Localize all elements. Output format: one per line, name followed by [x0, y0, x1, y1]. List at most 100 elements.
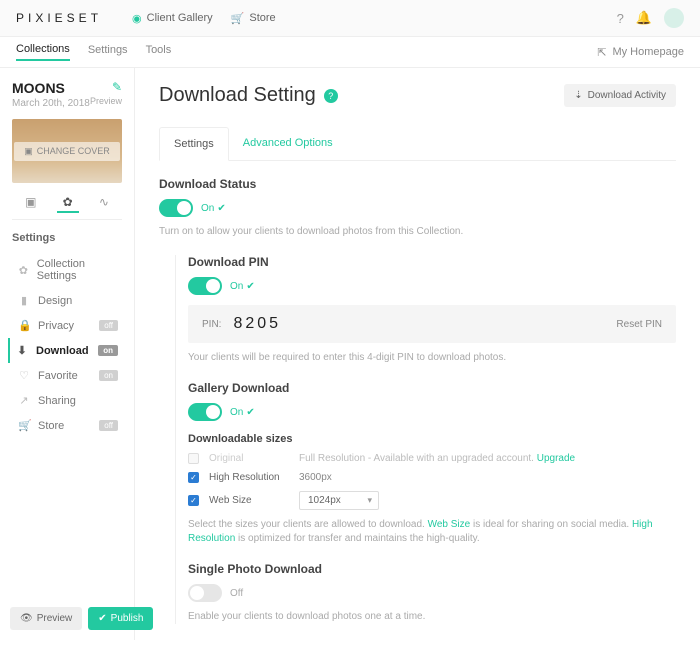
- size-name: High Resolution: [209, 472, 289, 483]
- help-text: Select the sizes your clients are allowe…: [188, 518, 676, 546]
- avatar[interactable]: [664, 8, 684, 28]
- sidebar-item-label: Store: [38, 420, 64, 432]
- check-icon: ✔: [246, 407, 254, 418]
- cart-icon: 🛒: [231, 12, 245, 25]
- change-cover-label: CHANGE COVER: [37, 146, 110, 156]
- toggle-state: Off: [230, 588, 243, 599]
- collection-date: March 20th, 2018: [12, 98, 90, 109]
- sidebar-item-label: Design: [38, 295, 72, 307]
- globe-icon: ✔: [98, 613, 106, 624]
- help-text: Turn on to allow your clients to downloa…: [159, 225, 676, 239]
- status-badge: off: [99, 320, 118, 331]
- collection-title: MOONS: [12, 80, 90, 96]
- single-download-toggle[interactable]: [188, 584, 222, 602]
- sidebar-item-sharing[interactable]: ↗ Sharing: [12, 388, 122, 413]
- highres-checkbox[interactable]: ✓: [188, 472, 199, 483]
- sidebar-item-label: Sharing: [38, 395, 76, 407]
- pencil-icon[interactable]: ✎: [90, 80, 122, 94]
- pin-field-label: PIN:: [202, 319, 221, 330]
- preview-button[interactable]: 👁 Preview: [10, 607, 82, 630]
- sidebar-item-privacy[interactable]: 🔒 Privacy off: [12, 313, 122, 338]
- photos-tab-icon[interactable]: ▣: [19, 193, 42, 213]
- gallery-download-label: Gallery Download: [188, 381, 676, 395]
- status-badge: off: [99, 420, 118, 431]
- download-pin-toggle[interactable]: [188, 277, 222, 295]
- homepage-label: My Homepage: [612, 46, 684, 58]
- tab-advanced[interactable]: Advanced Options: [229, 127, 347, 160]
- sidebar-item-label: Privacy: [38, 320, 74, 332]
- single-download-label: Single Photo Download: [188, 562, 676, 576]
- gallery-download-toggle[interactable]: [188, 403, 222, 421]
- help-icon[interactable]: ?: [617, 11, 624, 26]
- reset-pin-button[interactable]: Reset PIN: [616, 319, 662, 330]
- button-label: Preview: [37, 613, 73, 624]
- download-status-toggle[interactable]: [159, 199, 193, 217]
- status-badge: on: [99, 370, 118, 381]
- feed-tab-icon[interactable]: ∿: [93, 193, 115, 213]
- sidebar-item-label: Favorite: [38, 370, 78, 382]
- brand-logo[interactable]: PIXIESET: [16, 11, 102, 25]
- eye-icon: 👁: [20, 613, 33, 624]
- share-icon: ↗: [18, 394, 30, 407]
- sidebar-item-collection[interactable]: ✿ Collection Settings: [12, 252, 122, 288]
- download-pin-label: Download PIN: [188, 255, 676, 269]
- my-homepage-link[interactable]: ⇱ My Homepage: [597, 46, 684, 59]
- sidebar-item-download[interactable]: ⬇ Download on: [8, 338, 122, 363]
- subnav-tools[interactable]: Tools: [146, 44, 172, 60]
- sidebar-item-design[interactable]: ▮ Design: [12, 288, 122, 313]
- sidebar-item-store[interactable]: 🛒 Store off: [12, 413, 122, 438]
- publish-button[interactable]: ✔ Publish: [88, 607, 153, 630]
- size-name: Original: [209, 453, 289, 464]
- settings-tab-icon[interactable]: ✿: [57, 193, 79, 213]
- check-icon: ✔: [246, 281, 254, 292]
- button-label: Download Activity: [588, 90, 666, 101]
- preview-link[interactable]: Preview: [90, 96, 122, 106]
- toggle-state: On✔: [201, 203, 226, 214]
- download-activity-button[interactable]: ⇣ Download Activity: [564, 84, 676, 107]
- subnav-settings[interactable]: Settings: [88, 44, 128, 60]
- download-status-label: Download Status: [159, 177, 676, 191]
- web-size-link: Web Size: [428, 519, 471, 530]
- sizes-heading: Downloadable sizes: [188, 433, 676, 445]
- gear-icon: ✿: [18, 264, 29, 277]
- upgrade-note: Full Resolution - Available with an upgr…: [299, 453, 575, 464]
- sidebar-item-label: Download: [36, 345, 89, 357]
- bell-icon[interactable]: 🔔: [636, 10, 652, 26]
- button-label: Publish: [111, 613, 144, 624]
- size-name: Web Size: [209, 495, 289, 506]
- cover-image: ▣ CHANGE COVER: [12, 119, 122, 183]
- help-text: Enable your clients to download photos o…: [188, 610, 676, 624]
- check-icon: ✔: [217, 203, 225, 214]
- cart-icon: 🛒: [18, 419, 30, 432]
- lock-icon: 🔒: [18, 319, 30, 332]
- pin-value: 8205: [233, 315, 281, 333]
- websize-checkbox[interactable]: ✓: [188, 495, 199, 506]
- nav-label: Client Gallery: [147, 12, 213, 24]
- nav-store[interactable]: 🛒 Store: [231, 12, 276, 25]
- tab-settings[interactable]: Settings: [159, 127, 229, 161]
- nav-label: Store: [249, 12, 275, 24]
- help-badge-icon[interactable]: ?: [324, 89, 338, 103]
- change-cover-button[interactable]: ▣ CHANGE COVER: [14, 142, 120, 161]
- image-icon: ▣: [24, 146, 33, 157]
- activity-icon: ⇣: [574, 90, 582, 101]
- original-checkbox: [188, 453, 199, 464]
- status-badge: on: [98, 345, 118, 356]
- sidebar-item-favorite[interactable]: ♡ Favorite on: [12, 363, 122, 388]
- camera-icon: ◉: [132, 12, 142, 25]
- websize-select[interactable]: 1024px: [299, 491, 379, 510]
- sidebar-heading: Settings: [12, 232, 122, 244]
- sidebar-item-label: Collection Settings: [37, 258, 118, 282]
- bookmark-icon: ▮: [18, 294, 30, 307]
- subnav-collections[interactable]: Collections: [16, 43, 70, 61]
- external-icon: ⇱: [597, 46, 606, 59]
- size-value: 3600px: [299, 472, 332, 483]
- toggle-state: On✔: [230, 281, 255, 292]
- page-title: Download Setting: [159, 84, 316, 107]
- toggle-state: On✔: [230, 407, 255, 418]
- download-icon: ⬇: [16, 344, 28, 357]
- nav-client-gallery[interactable]: ◉ Client Gallery: [132, 12, 213, 25]
- help-text: Your clients will be required to enter t…: [188, 351, 676, 365]
- upgrade-link[interactable]: Upgrade: [537, 453, 575, 464]
- heart-icon: ♡: [18, 369, 30, 382]
